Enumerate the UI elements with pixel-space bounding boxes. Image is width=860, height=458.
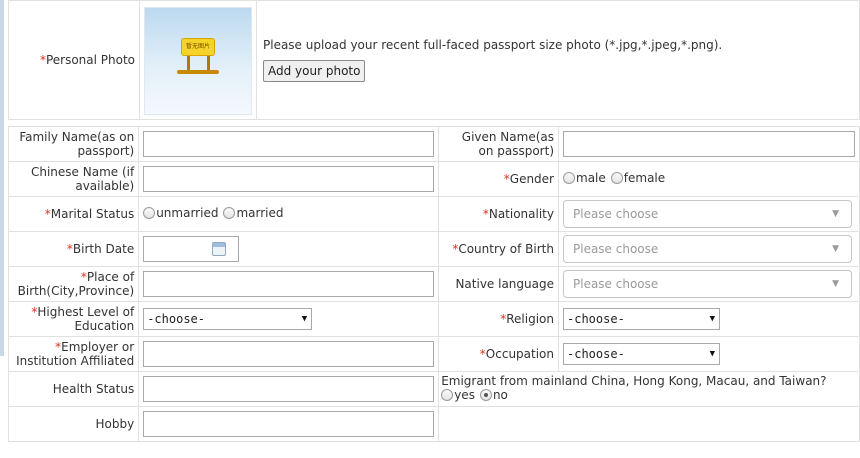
country-of-birth-label: *Country of Birth [438,231,559,267]
chevron-down-icon: ▼ [709,314,715,324]
personal-info-form: Family Name(as on passport) Given Name(a… [7,126,860,442]
chinese-name-input[interactable] [143,166,435,192]
personal-photo-label: *Personal Photo [8,0,140,120]
birth-date-label: *Birth Date [7,231,140,267]
emigrant-no-radio[interactable] [479,389,492,401]
gender-male-label: male [576,171,606,185]
native-language-select[interactable]: Please choose ▼ [563,270,852,298]
marital-unmarried-radio[interactable] [143,207,156,219]
chevron-down-icon: ▼ [832,279,839,289]
given-name-label: Given Name(as on passport) [438,126,559,162]
religion-select[interactable]: -choose- ▼ [563,308,720,330]
place-of-birth-input[interactable] [143,271,435,297]
nationality-select[interactable]: Please choose ▼ [563,200,852,228]
employer-input[interactable] [143,341,435,367]
calendar-icon[interactable] [212,242,227,256]
country-of-birth-select[interactable]: Please choose ▼ [563,235,852,263]
photo-section: *Personal Photo 暂无图片 Please upload your … [8,0,860,120]
left-edge-strip [0,0,4,356]
health-status-label: Health Status [7,371,140,407]
marital-married-radio[interactable] [223,207,236,219]
marital-unmarried-label: unmarried [156,206,219,220]
native-language-label: Native language [438,266,559,302]
family-name-label: Family Name(as on passport) [7,126,140,162]
place-of-birth-label: *Place of Birth(City,Province) [7,266,140,302]
occupation-select[interactable]: -choose- ▼ [563,343,720,365]
health-status-input[interactable] [143,376,435,402]
chevron-down-icon: ▼ [301,314,308,324]
nationality-label: *Nationality [438,196,559,232]
emigrant-question: Emigrant from mainland China, Hong Kong,… [441,374,827,388]
chinese-name-label: Chinese Name (if available) [7,161,140,197]
gender-male-radio[interactable] [563,172,575,184]
occupation-label: *Occupation [438,336,559,372]
given-name-input[interactable] [563,131,855,157]
marital-married-label: married [236,206,284,220]
employer-label: *Employer or Institution Affiliated [7,336,140,372]
gender-female-label: female [623,171,666,185]
hobby-label: Hobby [7,406,140,442]
gender-label: *Gender [438,161,559,197]
upload-instructions: Please upload your recent full-faced pas… [263,38,723,52]
hobby-input[interactable] [143,411,435,437]
gender-female-radio[interactable] [610,172,623,184]
emigrant-yes-label: yes [454,388,475,402]
emigrant-no-label: no [492,388,508,402]
education-label: *Highest Level of Education [7,301,140,337]
marital-status-label: *Marital Status [7,196,140,232]
family-name-input[interactable] [143,131,435,157]
chevron-down-icon: ▼ [832,209,839,219]
education-select[interactable]: -choose- ▼ [143,308,313,330]
photo-placeholder: 暂无图片 [144,6,252,115]
chevron-down-icon: ▼ [832,244,839,254]
add-photo-button[interactable]: Add your photo [263,60,366,82]
birth-date-input[interactable] [143,236,240,262]
chevron-down-icon: ▼ [709,349,715,359]
religion-label: *Religion [438,301,559,337]
no-image-sign-icon: 暂无图片 [181,37,215,56]
emigrant-yes-radio[interactable] [441,389,454,401]
